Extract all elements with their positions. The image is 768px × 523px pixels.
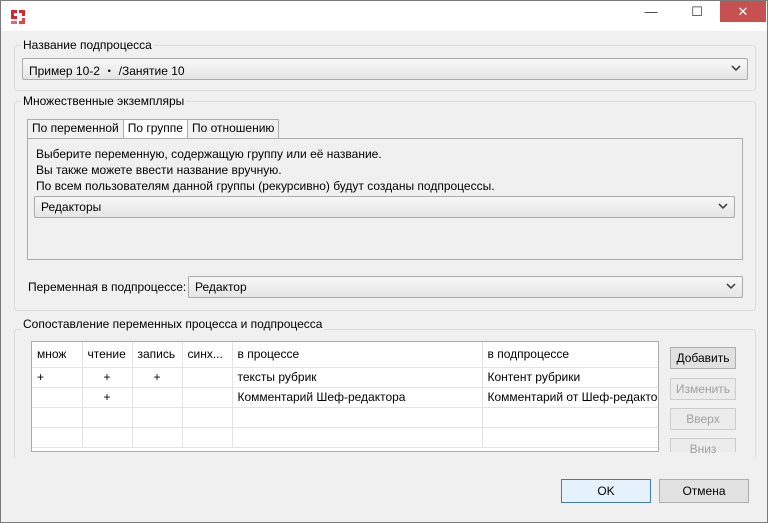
table-cell: + [82, 387, 133, 408]
mapping-table[interactable]: множ чтение запись синх... в процессе в … [31, 341, 659, 452]
group-value: Редакторы [41, 200, 102, 214]
table-cell [32, 427, 83, 448]
instruction-line-1: Выберите переменную, содержащую группу и… [36, 147, 382, 161]
table-cell [182, 367, 233, 388]
table-cell [232, 407, 483, 428]
move-down-button[interactable]: Вниз [670, 438, 736, 456]
close-button[interactable]: ✕ [720, 1, 766, 22]
subprocess-variable-value: Редактор [195, 280, 247, 294]
table-cell: Комментарий от Шеф-редактор [482, 387, 658, 408]
table-cell [482, 427, 658, 448]
table-cell [82, 427, 133, 448]
table-cell [182, 427, 233, 448]
table-row[interactable]: + + + тексты рубрик Контент рубрики [32, 367, 658, 388]
instance-tabs: По переменной По группе По отношению [27, 119, 280, 139]
column-header-in-process[interactable]: в процессе [232, 342, 483, 368]
subprocess-name-value: Пример 10-2 ・ /Занятие 10 [29, 64, 185, 78]
move-up-button[interactable]: Вверх [670, 408, 736, 430]
title-bar: — ☐ ✕ [1, 1, 767, 31]
column-header-in-subprocess[interactable]: в подпроцессе [482, 342, 658, 368]
table-cell [482, 407, 658, 428]
table-row[interactable] [32, 407, 658, 428]
tab-by-group[interactable]: По группе [122, 119, 188, 139]
instruction-line-2: Вы также можете ввести название вручную. [36, 163, 282, 177]
tab-panel-by-group: Выберите переменную, содержащую группу и… [27, 138, 743, 260]
table-cell [32, 387, 83, 408]
table-cell: тексты рубрик [232, 367, 483, 388]
subprocess-name-combo[interactable]: Пример 10-2 ・ /Занятие 10 [22, 58, 748, 80]
table-cell [32, 407, 83, 428]
subprocess-variable-label: Переменная в подпроцессе: [28, 280, 187, 294]
chevron-down-icon [718, 203, 728, 210]
column-header-multi[interactable]: множ [32, 342, 83, 368]
table-row[interactable] [32, 427, 658, 448]
edit-button[interactable]: Изменить [670, 378, 736, 400]
table-cell [182, 387, 233, 408]
table-cell: + [32, 367, 83, 388]
tab-by-variable[interactable]: По переменной [27, 119, 124, 138]
table-cell [132, 387, 183, 408]
add-button[interactable]: Добавить [670, 347, 736, 369]
column-header-read[interactable]: чтение [82, 342, 133, 368]
table-cell [232, 427, 483, 448]
chevron-down-icon [726, 283, 736, 290]
table-cell: Комментарий Шеф-редактора [232, 387, 483, 408]
minimize-button[interactable]: — [628, 1, 674, 22]
table-cell [132, 407, 183, 428]
cancel-button[interactable]: Отмена [659, 479, 749, 503]
subprocess-variable-combo[interactable]: Редактор [188, 276, 743, 298]
maximize-button[interactable]: ☐ [674, 1, 720, 22]
table-cell: Контент рубрики [482, 367, 658, 388]
chevron-down-icon [731, 65, 741, 72]
column-header-write[interactable]: запись [132, 342, 183, 368]
table-cell [132, 427, 183, 448]
column-header-sync[interactable]: синх... [182, 342, 233, 368]
multi-instances-title: Множественные экземпляры [21, 94, 187, 108]
table-header-row: множ чтение запись синх... в процессе в … [32, 342, 658, 368]
table-cell: + [82, 367, 133, 388]
table-cell [182, 407, 233, 428]
instruction-line-3: По всем пользователям данной группы (рек… [36, 179, 495, 193]
app-logo-icon [9, 8, 27, 26]
table-row[interactable]: + Комментарий Шеф-редактора Комментарий … [32, 387, 658, 408]
subprocess-name-title: Название подпроцесса [21, 38, 154, 52]
table-cell [82, 407, 133, 428]
dialog-window: — ☐ ✕ Название подпроцесса Пример 10-2 ・… [0, 0, 768, 523]
mapping-title: Сопоставление переменных процесса и подп… [21, 317, 325, 331]
table-cell: + [132, 367, 183, 388]
ok-button[interactable]: OK [561, 479, 651, 503]
group-combo[interactable]: Редакторы [34, 196, 735, 218]
tab-by-relation[interactable]: По отношению [186, 119, 280, 138]
